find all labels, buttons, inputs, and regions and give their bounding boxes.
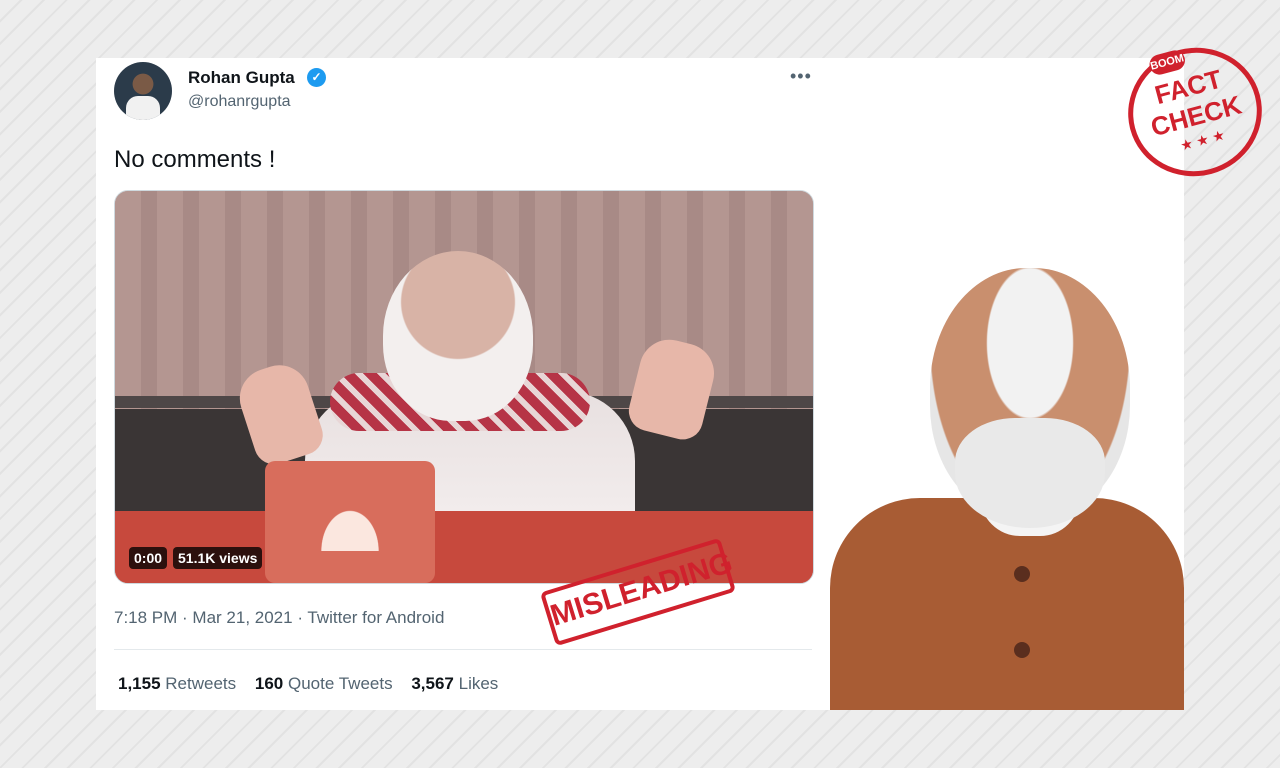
avatar[interactable] (114, 62, 172, 120)
quote-tweets-stat[interactable]: 160 Quote Tweets (255, 674, 397, 693)
speaker-head (383, 251, 533, 421)
author-name[interactable]: Rohan Gupta (188, 68, 295, 88)
jacket-button (1014, 642, 1030, 658)
more-options-icon[interactable]: ••• (790, 66, 812, 87)
video-player[interactable]: 0:00 51.1K views (114, 190, 814, 584)
lotus-emblem (300, 481, 400, 551)
tweet: Rohan Gupta ✓ @rohanrgupta ••• No commen… (96, 58, 830, 710)
tweet-text: No comments ! (114, 146, 276, 173)
author-handle[interactable]: @rohanrgupta (188, 93, 291, 111)
retweets-stat[interactable]: 1,155 Retweets (118, 674, 241, 693)
retweets-count: 1,155 (118, 674, 161, 693)
tweet-stats: 1,155 Retweets 160 Quote Tweets 3,567 Li… (118, 674, 512, 694)
likes-count: 3,567 (411, 674, 454, 693)
quote-tweets-count: 160 (254, 674, 284, 693)
verified-badge-icon: ✓ (307, 68, 326, 87)
video-views-badge: 51.1K views (173, 547, 263, 569)
portrait-beard (955, 418, 1105, 528)
likes-label: Likes (458, 674, 499, 693)
portrait-photo (830, 228, 1184, 710)
divider (114, 649, 812, 650)
video-time-badge: 0:00 (129, 547, 168, 569)
tweet-meta[interactable]: 7:18 PM · Mar 21, 2021 · Twitter for And… (114, 608, 444, 628)
jacket-button (1014, 566, 1030, 582)
quote-tweets-label: Quote Tweets (288, 674, 393, 693)
retweets-label: Retweets (165, 674, 237, 693)
likes-stat[interactable]: 3,567 Likes (411, 674, 498, 693)
